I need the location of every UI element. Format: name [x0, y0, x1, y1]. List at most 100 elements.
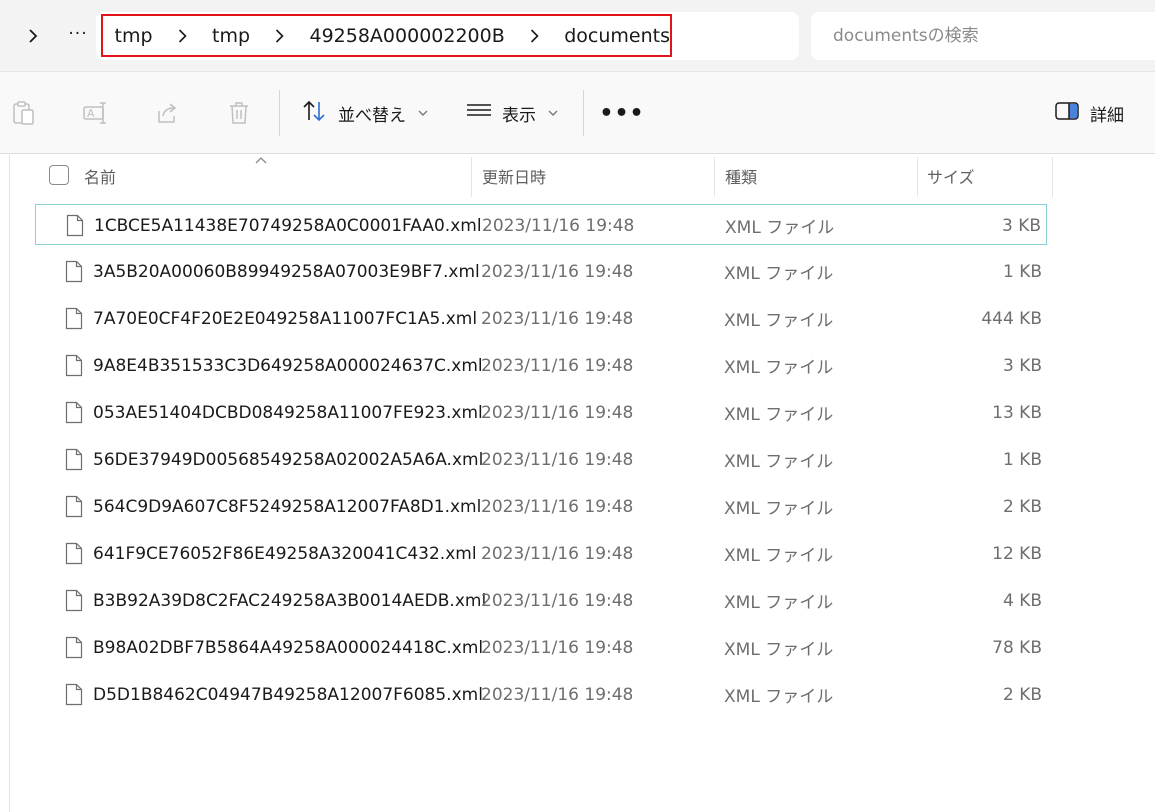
file-name: 1CBCE5A11438E70749258A0C0001FAA0.xml: [94, 215, 482, 236]
file-date: 2023/11/16 19:48: [481, 684, 634, 705]
file-type: XML ファイル: [724, 640, 834, 660]
table-row[interactable]: B3B92A39D8C2FAC249258A3B0014AEDB.xml 202…: [35, 580, 1047, 621]
table-row[interactable]: 56DE37949D00568549258A02002A5A6A.xml 202…: [35, 439, 1047, 480]
file-type: XML ファイル: [724, 687, 834, 707]
file-type: XML ファイル: [724, 452, 834, 472]
file-date: 2023/11/16 19:48: [481, 543, 634, 564]
table-row[interactable]: 3A5B20A00060B89949258A07003E9BF7.xml 202…: [35, 251, 1047, 292]
breadcrumb-item[interactable]: documents: [564, 25, 670, 47]
column-header: 名前 更新日時 種類 サイズ: [35, 155, 1053, 197]
file-size: 444 KB: [981, 308, 1042, 329]
breadcrumb: tmp tmp 49258A000002200B documents: [101, 14, 672, 57]
file-type: XML ファイル: [725, 218, 835, 238]
file-date: 2023/11/16 19:48: [481, 637, 634, 658]
file-icon: [65, 589, 83, 612]
file-name: D5D1B8462C04947B49258A12007F6085.xml: [93, 684, 483, 705]
address-toolbar: ··· tmp tmp 49258A000002200B documents: [0, 0, 1155, 72]
file-date: 2023/11/16 19:48: [482, 215, 635, 236]
file-size: 12 KB: [992, 543, 1042, 564]
file-size: 1 KB: [1002, 449, 1042, 470]
file-date: 2023/11/16 19:48: [481, 449, 634, 470]
column-header-date[interactable]: 更新日時: [482, 155, 546, 197]
column-resize-handle[interactable]: [471, 157, 472, 197]
table-row[interactable]: B98A02DBF7B5864A49258A000024418C.xml 202…: [35, 627, 1047, 668]
chevron-right-icon[interactable]: [22, 22, 44, 50]
chevron-right-icon[interactable]: [153, 28, 212, 43]
share-icon[interactable]: [153, 99, 181, 127]
sort-icon: [302, 99, 328, 128]
file-size: 2 KB: [1002, 684, 1042, 705]
file-name: 053AE51404DCBD0849258A11007FE923.xml: [93, 402, 483, 423]
file-icon: [65, 495, 83, 518]
file-size: 2 KB: [1002, 496, 1042, 517]
table-row[interactable]: 564C9D9A607C8F5249258A12007FA8D1.xml 202…: [35, 486, 1047, 527]
svg-text:A: A: [87, 107, 95, 120]
column-header-name[interactable]: 名前: [84, 155, 116, 197]
rename-icon[interactable]: A: [81, 99, 109, 127]
file-icon: [65, 354, 83, 377]
command-bar: A 並べ替え 表示 ••• 詳細: [0, 72, 1155, 154]
file-size: 3 KB: [1001, 215, 1041, 236]
view-label: 表示: [502, 105, 536, 126]
paste-icon[interactable]: [10, 99, 38, 127]
file-icon: [65, 448, 83, 471]
table-row[interactable]: 9A8E4B351533C3D649258A000024637C.xml 202…: [35, 345, 1047, 386]
table-row[interactable]: 053AE51404DCBD0849258A11007FE923.xml 202…: [35, 392, 1047, 433]
toolbar-separator: [583, 90, 584, 136]
more-options-button[interactable]: •••: [599, 96, 643, 130]
file-type: XML ファイル: [724, 546, 834, 566]
file-date: 2023/11/16 19:48: [481, 355, 634, 376]
table-row[interactable]: D5D1B8462C04947B49258A12007F6085.xml 202…: [35, 674, 1047, 715]
column-label: 種類: [725, 168, 758, 187]
table-row[interactable]: 7A70E0CF4F20E2E049258A11007FC1A5.xml 202…: [35, 298, 1047, 339]
select-all-checkbox[interactable]: [49, 165, 69, 185]
table-row[interactable]: 641F9CE76052F86E49258A320041C432.xml 202…: [35, 533, 1047, 574]
file-name: B98A02DBF7B5864A49258A000024418C.xml: [93, 637, 484, 658]
file-size: 1 KB: [1002, 261, 1042, 282]
file-type: XML ファイル: [724, 264, 834, 284]
file-icon: [65, 542, 83, 565]
details-label: 詳細: [1090, 105, 1124, 126]
file-size: 3 KB: [1002, 355, 1042, 376]
file-icon: [65, 260, 83, 283]
file-date: 2023/11/16 19:48: [481, 308, 634, 329]
sort-label: 並べ替え: [338, 105, 406, 126]
file-name: 641F9CE76052F86E49258A320041C432.xml: [93, 543, 477, 564]
file-date: 2023/11/16 19:48: [481, 590, 634, 611]
breadcrumb-item[interactable]: 49258A000002200B: [309, 25, 504, 47]
sort-button[interactable]: 並べ替え: [302, 96, 428, 130]
file-name: 56DE37949D00568549258A02002A5A6A.xml: [93, 449, 484, 470]
file-date: 2023/11/16 19:48: [481, 261, 634, 282]
toolbar-separator: [279, 90, 280, 136]
file-type: XML ファイル: [724, 593, 834, 613]
file-type: XML ファイル: [724, 499, 834, 519]
chevron-down-icon: [418, 107, 428, 120]
file-name: B3B92A39D8C2FAC249258A3B0014AEDB.xml: [93, 590, 487, 611]
file-name: 564C9D9A607C8F5249258A12007FA8D1.xml: [93, 496, 482, 517]
file-icon: [65, 401, 83, 424]
column-resize-handle[interactable]: [917, 157, 918, 197]
file-type: XML ファイル: [724, 405, 834, 425]
table-row[interactable]: 1CBCE5A11438E70749258A0C0001FAA0.xml 202…: [35, 204, 1047, 245]
delete-icon[interactable]: [225, 99, 253, 127]
breadcrumb-item[interactable]: tmp: [212, 25, 250, 47]
file-size: 78 KB: [992, 637, 1042, 658]
column-header-type[interactable]: 種類: [725, 155, 757, 197]
more-locations-button[interactable]: ···: [63, 20, 93, 48]
file-name: 3A5B20A00060B89949258A07003E9BF7.xml: [93, 261, 480, 282]
column-header-size[interactable]: サイズ: [927, 155, 975, 197]
chevron-right-icon[interactable]: [505, 28, 564, 43]
view-button[interactable]: 表示: [466, 96, 558, 130]
breadcrumb-item[interactable]: tmp: [115, 25, 153, 47]
file-type: XML ファイル: [724, 311, 834, 331]
details-pane-button[interactable]: 詳細: [1054, 96, 1124, 130]
file-size: 13 KB: [992, 402, 1042, 423]
file-icon: [66, 214, 84, 237]
search-input[interactable]: [833, 12, 1153, 60]
chevron-right-icon[interactable]: [250, 28, 309, 43]
column-resize-handle[interactable]: [714, 157, 715, 197]
file-date: 2023/11/16 19:48: [481, 402, 634, 423]
column-resize-handle[interactable]: [1052, 157, 1053, 197]
details-pane-icon: [1054, 101, 1080, 126]
column-label: サイズ: [927, 168, 975, 187]
